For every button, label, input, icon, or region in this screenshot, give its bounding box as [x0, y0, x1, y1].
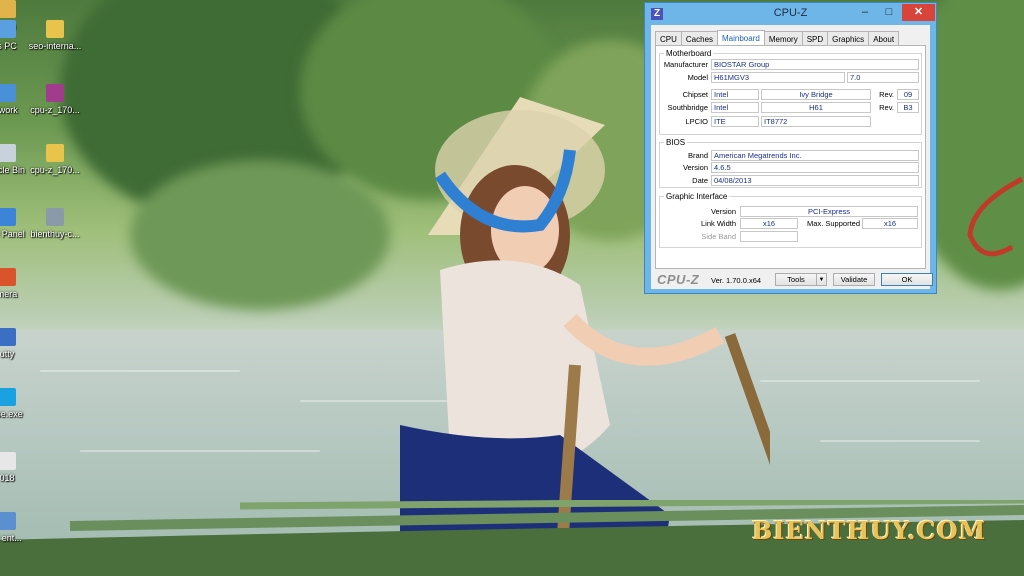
southbridge-name-value[interactable]: H61 [761, 102, 871, 113]
control-panel-icon [0, 208, 16, 226]
bios-legend: BIOS [666, 138, 686, 147]
bios-brand-label: Brand [687, 151, 708, 160]
validate-button[interactable]: Validate [833, 273, 875, 286]
minimize-button[interactable]: – [853, 4, 877, 21]
max-supported-value[interactable]: x16 [862, 218, 918, 229]
desktop-icon-label: seo-interna... [28, 41, 82, 51]
chipset-label: Chipset [682, 90, 708, 99]
chipset-vendor-value[interactable]: Intel [711, 89, 759, 100]
cpuz-window[interactable]: Z CPU-Z – □ ✕ CPU Caches Mainboard Memory SP… [644, 2, 937, 294]
desktop-icon[interactable]: bienthuy-c... [20, 208, 90, 264]
bios-date-label: Date [692, 176, 708, 185]
chipset-rev-value[interactable]: 09 [897, 89, 919, 100]
southbridge-rev-label: Rev. [879, 103, 894, 112]
lpcio-label: LPCIO [685, 117, 708, 126]
southbridge-vendor-value[interactable]: Intel [711, 102, 759, 113]
cpuz-logo: CPU-Z [657, 272, 700, 287]
desktop-icon[interactable]: 018 [0, 452, 42, 508]
side-band-label: Side Band [701, 232, 736, 241]
watermark: BIENTHUY.COM [752, 516, 987, 545]
bios-version-label: Version [682, 163, 708, 172]
app-shortcut-icon [0, 512, 16, 530]
southbridge-label: Southbridge [667, 103, 708, 112]
graphic-interface-legend: Graphic Interface [666, 192, 728, 201]
network-icon [0, 84, 16, 102]
tools-dropdown-icon[interactable]: ▼ [816, 273, 827, 286]
gi-version-label: Version [710, 207, 736, 216]
bios-brand-value[interactable]: American Megatrends Inc. [711, 150, 919, 161]
computer-icon [0, 20, 16, 38]
link-width-value[interactable]: x16 [740, 218, 798, 229]
manufacturer-label: Manufacturer [663, 60, 708, 69]
southbridge-rev-value[interactable]: B3 [897, 102, 919, 113]
title-bar[interactable]: Z CPU-Z – □ ✕ [645, 3, 936, 25]
max-supported-label: Max. Supported [807, 219, 860, 228]
desktop-icon-label: bienthuy-c... [30, 229, 80, 239]
tab-strip: CPU Caches Mainboard Memory SPD Graphics About [655, 29, 900, 48]
footer-bar: CPU-Z Ver. 1.70.0.x64 Tools ▼ Validate O… [655, 272, 933, 288]
recycle-bin-icon [0, 144, 16, 162]
user-folder-icon [0, 0, 16, 18]
folder-icon [46, 20, 64, 38]
winrar-archive-icon [46, 84, 64, 102]
link-width-label: Link Width [700, 219, 736, 228]
desktop-icon[interactable]: utty [0, 328, 42, 384]
bios-date-value[interactable]: 04/08/2013 [711, 175, 919, 186]
desktop-icon[interactable]: cpu-z_170... [20, 84, 90, 140]
desktop-icon-label: mera [0, 289, 18, 299]
document-icon [0, 452, 16, 470]
chipset-rev-label: Rev. [879, 90, 894, 99]
version-label: Ver. 1.70.0.x64 [711, 276, 762, 285]
desktop-icon[interactable]: cpu-z_170... [20, 144, 90, 200]
mainboard-panel: Motherboard Manufacturer BIOSTAR Group M… [655, 45, 926, 269]
model-label: Model [687, 73, 708, 82]
folder-icon [46, 144, 64, 162]
lpcio-name-value[interactable]: IT8772 [761, 116, 871, 127]
desktop-icon-label: cpu-z_170... [30, 165, 80, 175]
motherboard-legend: Motherboard [666, 49, 712, 58]
side-band-value[interactable] [740, 231, 798, 242]
camera-app-icon [0, 268, 16, 286]
tools-button[interactable]: Tools [775, 273, 817, 286]
desktop-icon[interactable]: mera [0, 268, 42, 324]
putty-icon [0, 328, 16, 346]
manufacturer-value[interactable]: BIOSTAR Group [711, 59, 919, 70]
close-button[interactable]: ✕ [902, 4, 935, 21]
desktop-icon-label: utty [0, 349, 15, 359]
window-client: CPU Caches Mainboard Memory SPD Graphics About… [651, 25, 933, 289]
decorative-swirl [967, 176, 1024, 257]
desktop-icon[interactable]: di ent... [0, 512, 42, 568]
model-value[interactable]: H61MGV3 [711, 72, 845, 83]
skype-icon [0, 388, 16, 406]
desktop-icon-label: di ent... [0, 533, 22, 543]
chipset-name-value[interactable]: Ivy Bridge [761, 89, 871, 100]
desktop-icon-label: ype.exe [0, 409, 23, 419]
desktop-icon-label: cpu-z_170... [30, 105, 80, 115]
gi-version-value[interactable]: PCI-Express [740, 206, 918, 217]
model-rev-value[interactable]: 7.0 [847, 72, 919, 83]
desktop-icon[interactable]: seo-interna... [20, 20, 90, 76]
maximize-button[interactable]: □ [877, 4, 901, 21]
lpcio-vendor-value[interactable]: ITE [711, 116, 759, 127]
desktop-icon[interactable]: ype.exe [0, 388, 42, 444]
network-drive-icon [46, 208, 64, 226]
ok-button[interactable]: OK [881, 273, 933, 286]
desktop-icon-label: 018 [0, 473, 15, 483]
bios-version-value[interactable]: 4.6.5 [711, 162, 919, 173]
